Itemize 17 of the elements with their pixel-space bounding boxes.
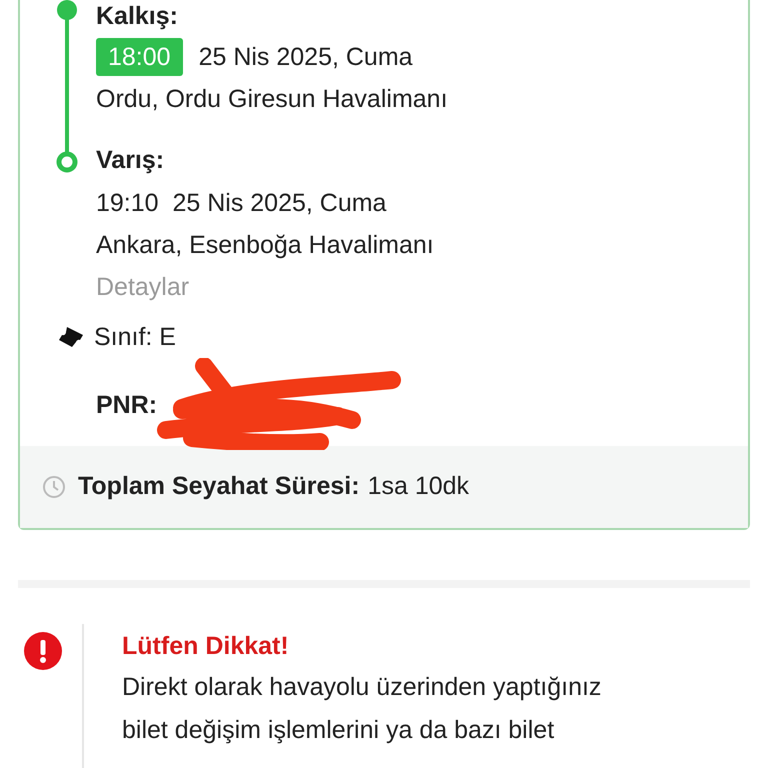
clock-icon: [42, 475, 66, 499]
arrival-airport: Ankara, Esenboğa Havalimanı: [96, 230, 435, 261]
duration-label: Toplam Seyahat Süresi:: [78, 471, 360, 502]
departure-airport: Ordu, Ordu Giresun Havalimanı: [96, 84, 449, 115]
pnr-label: PNR:: [96, 391, 158, 419]
departure-date: 25 Nis 2025, Cuma: [198, 42, 413, 73]
arrival-label: Varış:: [96, 145, 166, 176]
duration-value: 1sa 10dk: [368, 471, 470, 502]
departure-time-badge: 18:00: [96, 38, 183, 76]
notice-text: Direkt olarak havayolu üzerinden yaptığınız bilet değişim işlemlerini ya da bazı bilet: [122, 672, 602, 746]
ticket-icon: [58, 326, 84, 348]
notice-title: Lütfen Dikkat!: [122, 631, 290, 662]
arrival-time-date: 19:10 25 Nis 2025, Cuma: [96, 188, 388, 219]
details-link[interactable]: Detaylar: [96, 266, 190, 308]
alert-icon: [24, 632, 62, 670]
departure-label: Kalkış:: [96, 1, 179, 32]
class-text: Sınıf: E: [94, 322, 176, 353]
